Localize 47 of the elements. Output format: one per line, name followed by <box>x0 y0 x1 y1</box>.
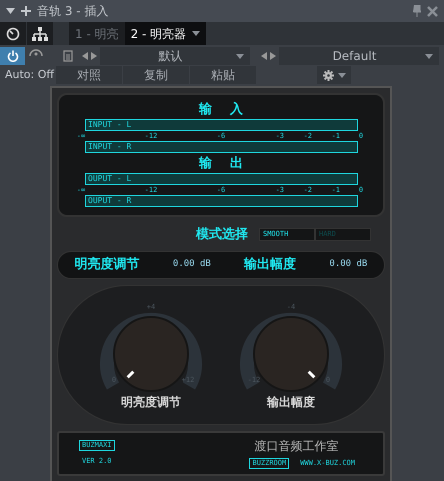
preset-dropdown[interactable]: 默认 <box>100 47 250 65</box>
level-meter: OUPUT - L <box>85 173 358 185</box>
action-button[interactable]: 对照 <box>56 66 122 84</box>
preset-dropdown[interactable]: Default <box>278 47 438 65</box>
power-button[interactable] <box>0 47 25 65</box>
arc-icon[interactable] <box>28 47 44 57</box>
knob-label: 明亮度调节 <box>121 394 181 410</box>
window-title: 音轨 3 - 插入 <box>37 3 108 20</box>
studio-name: 渡口音频工作室 <box>254 438 338 456</box>
caret-icon[interactable] <box>192 31 200 36</box>
next-icon[interactable] <box>90 52 97 60</box>
readout-value: 0.00 dB <box>329 258 368 271</box>
previous-icon[interactable] <box>82 52 88 60</box>
settings-icon <box>322 70 334 80</box>
caret-icon[interactable] <box>236 54 244 58</box>
knob-pointer[interactable] <box>308 370 316 378</box>
plugin-tab[interactable]: 1 - 明亮 <box>69 22 125 45</box>
next-icon[interactable] <box>270 52 276 60</box>
auto-label: Auto: Off <box>4 66 56 83</box>
hierarchy-icon <box>32 26 48 40</box>
caret-icon[interactable] <box>338 72 346 78</box>
section-heading: 输出 <box>198 155 262 173</box>
action-button[interactable]: 复制 <box>123 66 189 84</box>
pin-icon[interactable] <box>413 5 421 17</box>
knob-pointer[interactable] <box>126 370 134 378</box>
knob-label: 输出幅度 <box>267 394 315 410</box>
settings-button[interactable] <box>317 66 351 84</box>
mode-label: 模式选择 <box>196 226 248 244</box>
level-meter: OUPUT - R <box>85 195 358 207</box>
plugin-tab[interactable]: 2 - 明亮器 <box>124 22 206 45</box>
power-icon <box>6 50 18 62</box>
readout-label: 输出幅度 <box>244 256 296 274</box>
readout-label: 明亮度调节 <box>74 256 140 274</box>
document-icon[interactable] <box>63 50 74 62</box>
caret-icon[interactable] <box>425 54 433 58</box>
level-meter: INPUT - L <box>85 119 358 131</box>
caret-icon[interactable] <box>6 8 15 14</box>
previous-icon[interactable] <box>261 52 267 60</box>
routing-button[interactable] <box>27 22 53 45</box>
level-meter: INPUT - R <box>85 141 358 153</box>
plus-icon[interactable] <box>21 6 31 16</box>
readout-value: 0.00 dB <box>172 258 211 271</box>
section-heading: 输入 <box>198 101 262 119</box>
close-icon[interactable] <box>427 6 438 16</box>
dial-icon <box>6 26 20 40</box>
action-button[interactable]: 粘贴 <box>190 66 256 84</box>
clock-button[interactable] <box>0 22 26 45</box>
